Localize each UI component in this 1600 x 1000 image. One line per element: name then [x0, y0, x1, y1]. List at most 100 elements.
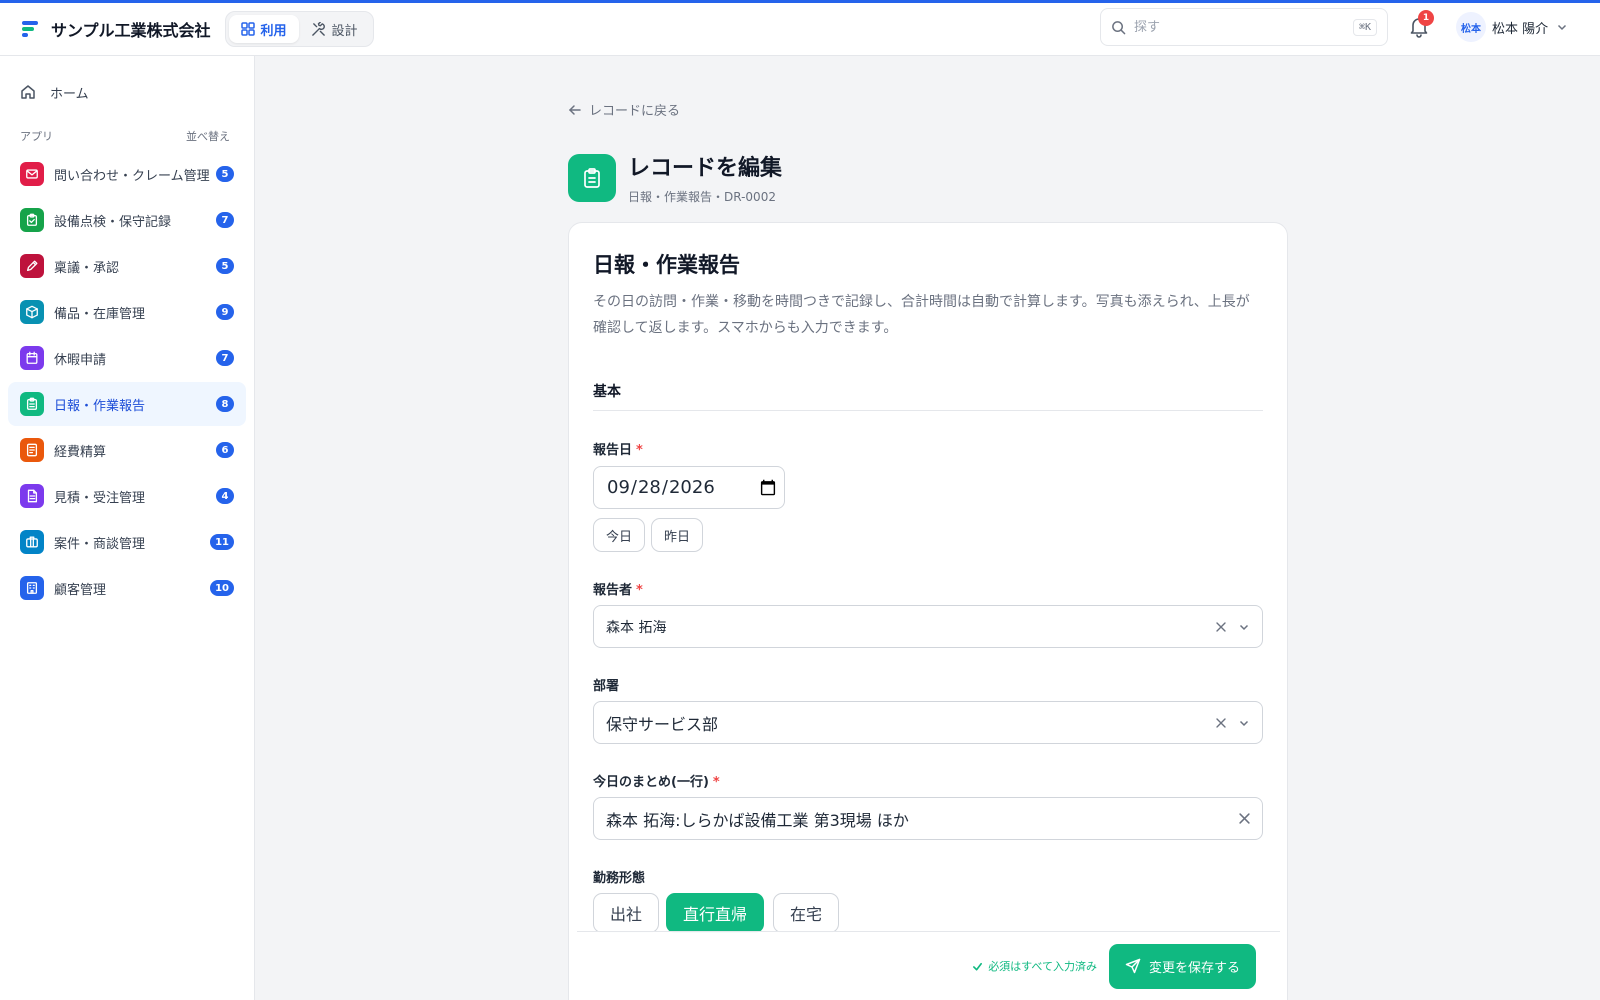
- company-logo-icon: [22, 21, 38, 37]
- clipboard-check-icon: [20, 208, 44, 232]
- brand[interactable]: サンプル工業株式会社: [20, 17, 211, 41]
- sidebar-app-count-badge: 10: [210, 580, 234, 596]
- validation-status-text: 必須はすべて入力済み: [988, 960, 1097, 973]
- back-to-record-link[interactable]: レコードに戻る: [568, 100, 680, 119]
- mode-design-button[interactable]: 設計: [299, 15, 370, 43]
- clipboard-icon: [584, 167, 600, 188]
- global-search[interactable]: ⌘K: [1100, 8, 1388, 46]
- sidebar-item-home-label: ホーム: [50, 86, 89, 102]
- date-yesterday-button[interactable]: 昨日: [651, 518, 704, 552]
- page-header: レコードを編集 日報・作業報告・DR-0002: [568, 150, 782, 205]
- sidebar-app-item[interactable]: 顧客管理 10: [8, 566, 246, 610]
- company-name: サンプル工業株式会社: [51, 21, 211, 40]
- sidebar-app-item[interactable]: 設備点検・保守記録 7: [8, 198, 246, 242]
- department-dropdown-toggle[interactable]: [1238, 717, 1250, 729]
- sidebar-app-count-badge: 7: [216, 212, 234, 228]
- save-changes-button[interactable]: 変更を保存する: [1108, 943, 1256, 989]
- receipt-icon: [20, 438, 44, 462]
- search-shortcut-hint: ⌘K: [1352, 18, 1377, 36]
- report-date-field[interactable]: [593, 466, 785, 509]
- check-icon: [973, 962, 983, 971]
- mode-use-button[interactable]: 利用: [228, 15, 299, 43]
- chevron-down-icon: [1239, 624, 1249, 630]
- section-basic-heading: 基本: [593, 381, 1263, 411]
- sidebar-app-item[interactable]: 日報・作業報告 8: [8, 382, 246, 426]
- department-select[interactable]: 保守サービス部: [593, 701, 1263, 744]
- send-icon: [1125, 958, 1141, 974]
- sidebar-app-label: 備品・在庫管理: [54, 306, 146, 322]
- summary-value: 森本 拓海:しらかば設備工業 第3現場 ほか: [606, 810, 909, 830]
- close-icon: [1239, 813, 1250, 824]
- work-style-label: 勤務形態: [593, 867, 645, 886]
- sidebar-app-item[interactable]: 経費精算 6: [8, 428, 246, 472]
- mode-use-label: 利用: [260, 23, 287, 39]
- arrow-left-icon: [568, 104, 581, 115]
- reporter-label: 報告者 *: [593, 579, 643, 598]
- sidebar-app-count-badge: 11: [210, 534, 234, 550]
- back-link-label: レコードに戻る: [589, 104, 681, 119]
- document-icon: [20, 484, 44, 508]
- page-app-icon: [568, 153, 616, 202]
- sidebar-app-item[interactable]: 案件・商談管理 11: [8, 520, 246, 564]
- sidebar-app-item[interactable]: 稟議・承認 5: [8, 244, 246, 288]
- department-label: 部署: [593, 675, 619, 694]
- sidebar-app-item[interactable]: 備品・在庫管理 9: [8, 290, 246, 334]
- calendar-icon: [20, 346, 44, 370]
- box-icon: [20, 300, 44, 324]
- work-style-office-option[interactable]: 出社: [593, 893, 660, 933]
- reporter-label-text: 報告者: [593, 583, 633, 598]
- sidebar: ホーム アプリ 並べ替え 問い合わせ・クレーム管理 5 設備点検・保守記録 7 稟議・承…: [0, 56, 255, 1000]
- reporter-dropdown-toggle[interactable]: [1238, 621, 1250, 633]
- summary-label: 今日のまとめ(一行) *: [593, 771, 720, 790]
- work-style-home-option[interactable]: 在宅: [773, 893, 840, 933]
- summary-clear-button[interactable]: [1239, 813, 1250, 824]
- briefcase-icon: [20, 530, 44, 554]
- notification-badge: 1: [1418, 10, 1434, 26]
- sidebar-app-label: 問い合わせ・クレーム管理: [54, 168, 210, 184]
- sidebar-app-count-badge: 5: [216, 258, 234, 274]
- app-list: 問い合わせ・クレーム管理 5 設備点検・保守記録 7 稟議・承認 5 備品・在庫管理 9 休暇申…: [8, 152, 246, 612]
- sidebar-app-label: 顧客管理: [54, 582, 107, 598]
- sidebar-app-label: 日報・作業報告: [54, 398, 146, 414]
- report-date-input[interactable]: [606, 476, 779, 499]
- validation-status: 必須はすべて入力済み: [972, 958, 1097, 974]
- apps-sort-button[interactable]: 並べ替え: [186, 128, 230, 144]
- date-today-button[interactable]: 今日: [593, 518, 646, 552]
- sidebar-app-label: 見積・受注管理: [54, 490, 146, 506]
- sidebar-item-home[interactable]: ホーム: [8, 74, 246, 110]
- reporter-clear-button[interactable]: [1216, 621, 1226, 632]
- required-mark: *: [712, 775, 720, 790]
- reporter-value: 森本 拓海: [606, 619, 667, 636]
- reporter-select[interactable]: 森本 拓海: [593, 605, 1263, 648]
- avatar: 松本: [1456, 12, 1486, 42]
- sidebar-app-label: 経費精算: [54, 444, 107, 460]
- sidebar-app-item[interactable]: 休暇申請 7: [8, 336, 246, 380]
- form-title: 日報・作業報告: [593, 253, 740, 277]
- mode-switch: 利用 設計: [224, 11, 374, 47]
- work-style-direct-option[interactable]: 直行直帰: [666, 893, 765, 933]
- search-input[interactable]: [1134, 19, 1353, 35]
- sidebar-app-count-badge: 5: [216, 166, 234, 182]
- apps-section-header: アプリ 並べ替え: [20, 128, 230, 144]
- summary-input[interactable]: 森本 拓海:しらかば設備工業 第3現場 ほか: [593, 797, 1263, 840]
- mail-icon: [20, 162, 44, 186]
- required-mark: *: [636, 583, 643, 598]
- department-clear-button[interactable]: [1216, 717, 1226, 728]
- form-description: その日の訪問・作業・移動を時間つきで記録し、合計時間は自動で計算します。写真も添…: [593, 294, 1250, 336]
- save-button-label: 変更を保存する: [1148, 960, 1240, 976]
- department-value: 保守サービス部: [606, 714, 719, 734]
- page-title: レコードを編集: [628, 156, 783, 181]
- sidebar-app-item[interactable]: 問い合わせ・クレーム管理 5: [8, 152, 246, 196]
- sidebar-app-count-badge: 7: [216, 350, 234, 366]
- sidebar-app-item[interactable]: 見積・受注管理 4: [8, 474, 246, 518]
- apps-title: アプリ: [20, 130, 53, 143]
- summary-label-text: 今日のまとめ(一行): [593, 775, 709, 790]
- page-subtitle: 日報・作業報告・DR-0002: [628, 190, 776, 204]
- chevron-down-icon: [1558, 24, 1567, 31]
- user-menu[interactable]: 松本 松本 陽介: [1456, 12, 1568, 42]
- sidebar-app-label: 休暇申請: [54, 352, 107, 368]
- close-icon: [1216, 621, 1226, 632]
- building-icon: [20, 576, 44, 600]
- report-date-label: 報告日 *: [593, 439, 643, 458]
- sidebar-app-count-badge: 4: [216, 488, 234, 504]
